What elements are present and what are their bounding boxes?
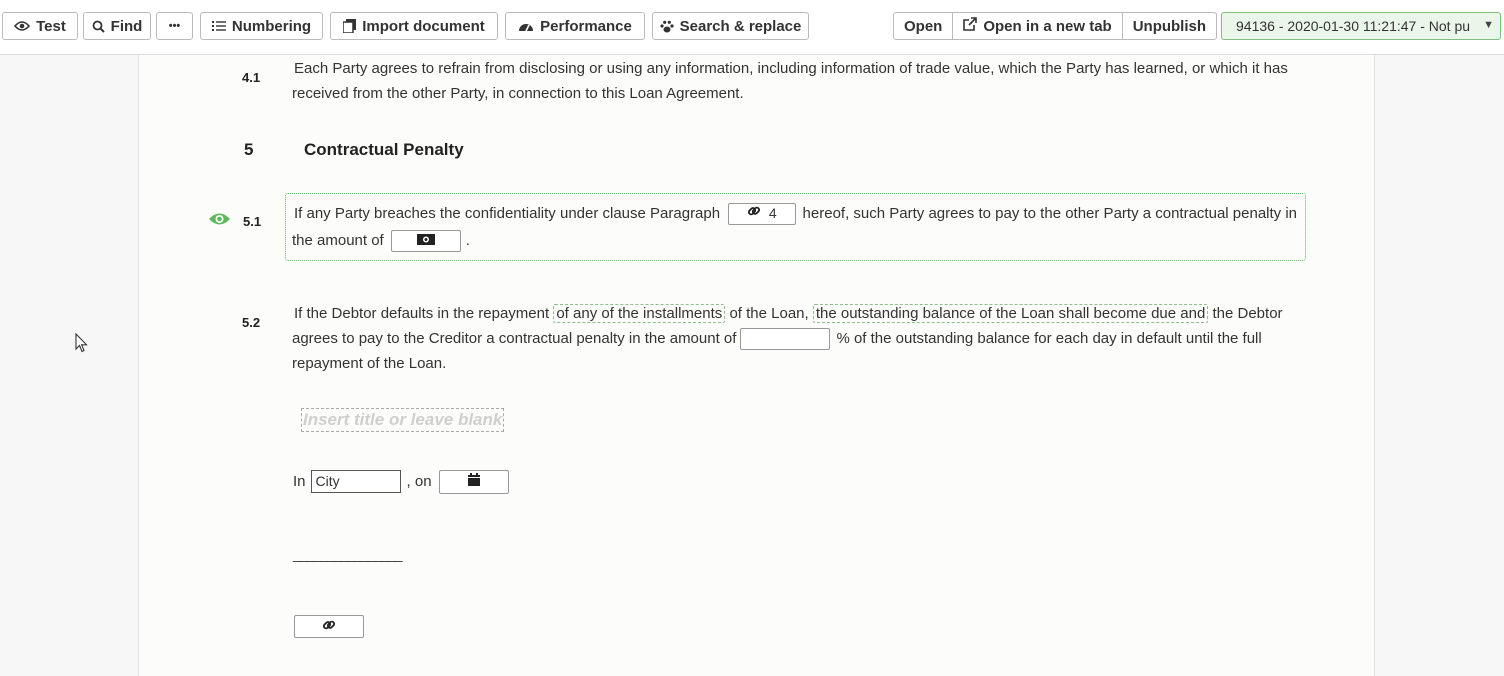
reference-value: 4 [768, 205, 777, 221]
amount-field[interactable] [390, 228, 461, 253]
money-icon [416, 228, 435, 253]
clause-text: If the Debtor defaults in the repayment [294, 305, 550, 322]
open-label: Open [904, 17, 943, 35]
find-button[interactable]: Find [83, 12, 151, 40]
optional-text-installments[interactable]: of any of the installments [553, 304, 726, 323]
numbering-button[interactable]: Numbering [200, 12, 323, 40]
gauge-icon [518, 20, 534, 32]
version-label: 94136 - 2020-01-30 11:21:47 - Not pu [1236, 18, 1471, 34]
clause-text: agrees to pay to the Creditor a contract… [292, 330, 737, 347]
date-field[interactable] [438, 469, 509, 494]
performance-button[interactable]: Performance [505, 12, 645, 40]
clause-text: of the Loan, [729, 305, 809, 322]
test-button[interactable]: Test [2, 12, 78, 40]
paragraph-reference-field[interactable]: 4 [728, 201, 796, 226]
clause-number: 4.1 [242, 70, 261, 85]
search-replace-button[interactable]: Search & replace [652, 12, 809, 40]
clause-5-1-text: If any Party breaches the confidentialit… [292, 200, 1297, 254]
eye-icon[interactable] [208, 211, 231, 232]
city-input[interactable]: City [310, 470, 401, 493]
more-button[interactable]: ••• [156, 12, 193, 40]
unpublish-label: Unpublish [1132, 17, 1207, 35]
in-label: In [293, 473, 306, 490]
signature-line: ________________ [293, 546, 403, 562]
import-label: Import document [362, 17, 485, 35]
clause-number: 5.1 [243, 214, 262, 229]
clause-5-2-text: If the Debtor defaults in the repayment … [292, 301, 1292, 376]
optional-text-outstanding-balance[interactable]: the outstanding balance of the Loan shal… [812, 304, 1209, 323]
search-icon [92, 20, 105, 33]
unpublish-button[interactable]: Unpublish [1122, 12, 1218, 40]
publish-actions: Open Open in a new tab Unpublish [893, 12, 1218, 40]
title-placeholder[interactable]: Insert title or leave blank [301, 408, 505, 432]
penalty-percent-field[interactable] [740, 327, 831, 350]
section-title: Contractual Penalty [304, 140, 464, 159]
open-new-tab-label: Open in a new tab [983, 17, 1112, 35]
calendar-icon [467, 469, 480, 494]
numbering-label: Numbering [231, 17, 312, 35]
find-label: Find [110, 17, 143, 35]
document-icon [343, 19, 357, 33]
list-icon [211, 20, 226, 32]
signature-link-field[interactable] [294, 615, 364, 638]
chevron-down-icon: ▼ [1483, 19, 1494, 31]
performance-label: Performance [540, 17, 632, 35]
clause-text: the Debtor [1212, 305, 1283, 322]
link-icon [322, 618, 336, 635]
section-number: 5 [244, 140, 254, 159]
open-button[interactable]: Open [893, 12, 954, 40]
open-new-tab-button[interactable]: Open in a new tab [953, 12, 1123, 40]
clause-text: % of the outstanding balance for each da… [836, 330, 1262, 347]
more-label: ••• [168, 20, 181, 32]
place-date-line: In City , on [293, 469, 509, 494]
on-label: , on [406, 473, 432, 490]
clause-text: . [465, 232, 470, 249]
import-document-button[interactable]: Import document [330, 12, 498, 40]
version-select[interactable]: 94136 - 2020-01-30 11:21:47 - Not pu ▼ [1221, 12, 1501, 40]
external-link-icon [963, 17, 978, 35]
mouse-cursor-icon [75, 332, 88, 358]
link-icon [747, 201, 761, 226]
clause-text: repayment of the Loan. [292, 355, 447, 372]
toolbar: Test Find ••• Numbering Import document … [0, 0, 1504, 55]
clause-line: Each Party agrees to refrain from disclo… [294, 60, 1288, 77]
test-label: Test [36, 17, 66, 35]
eye-icon [14, 20, 31, 32]
clause-line: received from the other Party, in connec… [292, 85, 744, 102]
search-replace-label: Search & replace [679, 17, 802, 35]
clause-text: the amount of [292, 232, 384, 249]
paw-icon [660, 20, 674, 33]
clause-number: 5.2 [242, 315, 261, 330]
clause-text: hereof, such Party agrees to pay to the … [802, 205, 1297, 222]
clause-text: If any Party breaches the confidentialit… [294, 205, 721, 222]
clause-4-1-text: Each Party agrees to refrain from disclo… [292, 56, 1292, 106]
